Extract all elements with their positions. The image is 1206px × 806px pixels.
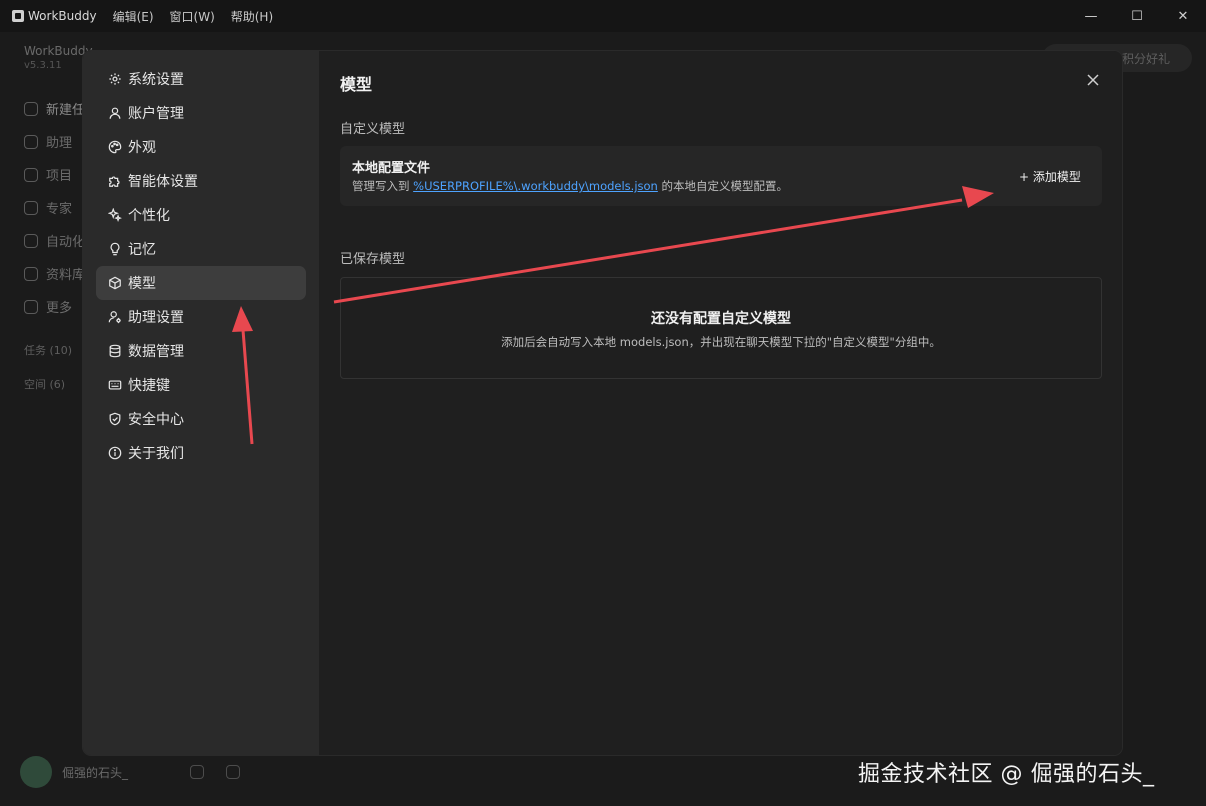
custom-models-section-label: 自定义模型 — [340, 122, 406, 137]
database-icon — [109, 344, 121, 358]
sidebar-item-account[interactable]: 账户管理 — [96, 96, 306, 130]
expert-icon — [24, 200, 38, 215]
menu-window[interactable]: 窗口(W) — [170, 8, 215, 25]
sidebar-item-label: 模型 — [128, 276, 156, 292]
sidebar-item-label: 账户管理 — [128, 106, 184, 122]
local-config-desc-suffix: 的本地自定义模型配置。 — [657, 179, 788, 193]
minimize-button[interactable]: — — [1068, 0, 1114, 32]
bg-username: 倔强的石头_ — [62, 765, 129, 780]
puzzle-icon — [109, 176, 120, 187]
library-icon — [24, 266, 38, 281]
sidebar-item-label: 记忆 — [128, 242, 156, 258]
bg-version: v5.3.11 — [24, 60, 62, 71]
local-config-desc-prefix: 管理写入到 — [352, 179, 414, 193]
shield-icon — [109, 412, 121, 426]
app-title: WorkBuddy — [28, 9, 97, 23]
cube-icon — [109, 276, 121, 290]
watermark: 掘金技术社区 @ 倔强的石头_ — [858, 762, 1155, 787]
bg-spaces-label[interactable]: 空间 (6) — [24, 376, 65, 392]
bell-icon[interactable] — [190, 765, 204, 779]
project-icon — [24, 167, 38, 182]
sidebar-item-model[interactable]: 模型 — [96, 266, 306, 300]
add-model-button[interactable]: + 添加模型 — [1013, 164, 1087, 188]
sidebar-item-label: 快捷键 — [128, 378, 170, 394]
empty-state-title: 还没有配置自定义模型 — [651, 311, 791, 327]
sidebar-item-appearance[interactable]: 外观 — [96, 130, 306, 164]
settings-content: 模型 自定义模型 本地配置文件 管理写入到 %USERPROFILE%\.wor… — [319, 51, 1122, 755]
close-modal-button[interactable] — [1084, 71, 1102, 89]
assistant-icon — [24, 134, 38, 149]
sidebar-item-personalize[interactable]: 个性化 — [96, 198, 306, 232]
sidebar-item-system[interactable]: 系统设置 — [96, 62, 306, 96]
bg-nav-label: 新建任 — [46, 103, 86, 118]
bg-nav-label: 专家 — [46, 202, 73, 217]
sidebar-item-about[interactable]: 关于我们 — [96, 436, 306, 470]
sparkle-icon — [108, 208, 122, 222]
sidebar-item-agent[interactable]: 智能体设置 — [96, 164, 306, 198]
bg-nav-item[interactable]: 更多 — [18, 290, 88, 323]
screen-icon[interactable] — [226, 765, 240, 779]
menu-edit[interactable]: 编辑(E) — [113, 8, 154, 25]
bg-nav: 新建任 助理 项目 专家 自动化 资料库 更多 — [18, 92, 88, 323]
settings-modal: 系统设置 账户管理 外观 智能体设置 个性化 记忆 模型 助理设置 数据管理 快… — [83, 51, 1122, 755]
saved-models-section-label: 已保存模型 — [340, 252, 406, 267]
bg-user[interactable]: 倔强的石头_ — [20, 756, 128, 788]
sidebar-item-label: 智能体设置 — [128, 174, 198, 190]
title-bar: WorkBuddy 编辑(E) 窗口(W) 帮助(H) — ☐ ✕ — [0, 0, 1206, 32]
bg-nav-item[interactable]: 资料库 — [18, 257, 88, 290]
sidebar-item-shortcuts[interactable]: 快捷键 — [96, 368, 306, 402]
bg-nav-label: 助理 — [46, 136, 73, 151]
bg-nav-item[interactable]: 新建任 — [18, 92, 88, 125]
bg-nav-item[interactable]: 自动化 — [18, 224, 88, 257]
sidebar-item-label: 关于我们 — [128, 446, 184, 462]
sidebar-item-label: 系统设置 — [128, 72, 184, 88]
bg-nav-label: 更多 — [46, 301, 73, 316]
palette-icon — [108, 140, 122, 154]
bg-nav-item[interactable]: 助理 — [18, 125, 88, 158]
sidebar-item-assistant[interactable]: 助理设置 — [96, 300, 306, 334]
plus-circle-icon — [24, 101, 38, 116]
bg-nav-item[interactable]: 专家 — [18, 191, 88, 224]
settings-sidebar: 系统设置 账户管理 外观 智能体设置 个性化 记忆 模型 助理设置 数据管理 快… — [83, 51, 319, 755]
user-icon — [109, 107, 121, 119]
saved-models-empty-state: 还没有配置自定义模型 添加后会自动写入本地 models.json，并出现在聊天… — [340, 277, 1102, 379]
app-logo-icon — [12, 10, 24, 22]
close-window-button[interactable]: ✕ — [1160, 0, 1206, 32]
sidebar-item-data[interactable]: 数据管理 — [96, 334, 306, 368]
bg-nav-item[interactable]: 项目 — [18, 158, 88, 191]
sidebar-item-memory[interactable]: 记忆 — [96, 232, 306, 266]
automation-icon — [24, 233, 38, 248]
page-title: 模型 — [340, 75, 373, 94]
sidebar-item-label: 外观 — [128, 140, 156, 156]
empty-state-desc: 添加后会自动写入本地 models.json，并出现在聊天模型下拉的"自定义模型… — [501, 335, 941, 349]
close-icon — [1087, 74, 1099, 86]
keyboard-icon — [108, 380, 122, 390]
maximize-button[interactable]: ☐ — [1114, 0, 1160, 32]
avatar — [20, 756, 52, 788]
bg-nav-label: 项目 — [46, 169, 73, 184]
grid-icon — [24, 299, 38, 314]
sidebar-item-security[interactable]: 安全中心 — [96, 402, 306, 436]
local-config-card: 本地配置文件 管理写入到 %USERPROFILE%\.workbuddy\mo… — [340, 146, 1102, 206]
info-icon — [108, 446, 122, 460]
sidebar-item-label: 数据管理 — [128, 344, 184, 360]
settings-nav: 系统设置 账户管理 外观 智能体设置 个性化 记忆 模型 助理设置 数据管理 快… — [96, 62, 306, 470]
sidebar-item-label: 个性化 — [128, 208, 170, 224]
config-path-link[interactable]: %USERPROFILE%\.workbuddy\models.json — [413, 179, 658, 193]
bg-tasks-label[interactable]: 任务 (10) — [24, 342, 72, 358]
user-gear-icon — [108, 311, 121, 324]
lightbulb-icon — [110, 242, 120, 256]
gear-icon — [109, 73, 121, 85]
local-config-desc: 管理写入到 %USERPROFILE%\.workbuddy\models.js… — [352, 178, 788, 194]
sidebar-item-label: 安全中心 — [128, 412, 184, 428]
bg-nav-label: 自动化 — [46, 235, 86, 250]
sidebar-item-label: 助理设置 — [128, 310, 184, 326]
bg-nav-label: 资料库 — [46, 268, 86, 283]
menu-help[interactable]: 帮助(H) — [231, 8, 273, 25]
local-config-title: 本地配置文件 — [352, 161, 431, 176]
window-controls: — ☐ ✕ — [1068, 0, 1206, 32]
